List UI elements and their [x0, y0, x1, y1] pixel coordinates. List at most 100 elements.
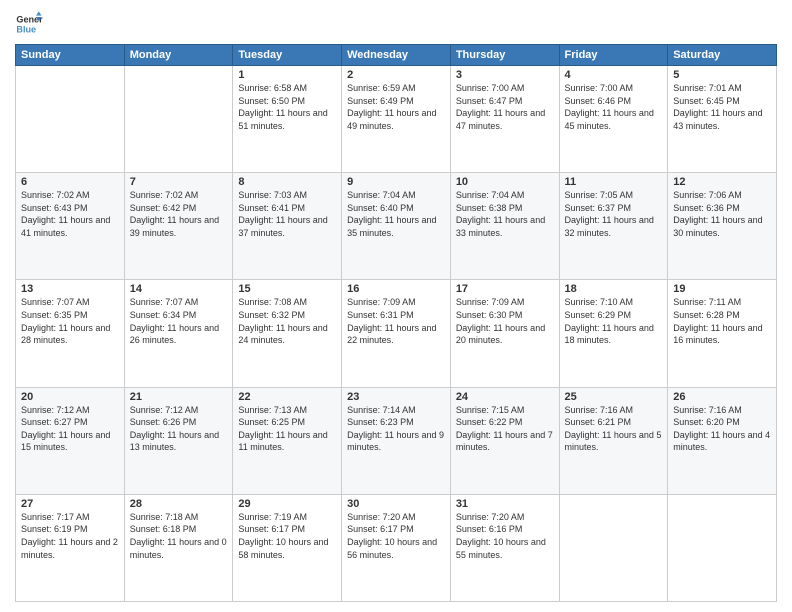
- weekday-header-tuesday: Tuesday: [233, 45, 342, 66]
- calendar-week-row: 1Sunrise: 6:58 AM Sunset: 6:50 PM Daylig…: [16, 66, 777, 173]
- calendar-cell: 16Sunrise: 7:09 AM Sunset: 6:31 PM Dayli…: [342, 280, 451, 387]
- day-number: 2: [347, 69, 445, 81]
- calendar-cell: 23Sunrise: 7:14 AM Sunset: 6:23 PM Dayli…: [342, 387, 451, 494]
- calendar-cell: 2Sunrise: 6:59 AM Sunset: 6:49 PM Daylig…: [342, 66, 451, 173]
- day-number: 3: [456, 69, 554, 81]
- day-number: 24: [456, 391, 554, 403]
- day-number: 4: [565, 69, 663, 81]
- calendar-week-row: 6Sunrise: 7:02 AM Sunset: 6:43 PM Daylig…: [16, 173, 777, 280]
- calendar-week-row: 27Sunrise: 7:17 AM Sunset: 6:19 PM Dayli…: [16, 494, 777, 601]
- weekday-header-friday: Friday: [559, 45, 668, 66]
- calendar-cell: 5Sunrise: 7:01 AM Sunset: 6:45 PM Daylig…: [668, 66, 777, 173]
- day-info: Sunrise: 7:09 AM Sunset: 6:31 PM Dayligh…: [347, 296, 445, 346]
- calendar-cell: 19Sunrise: 7:11 AM Sunset: 6:28 PM Dayli…: [668, 280, 777, 387]
- calendar-cell: 15Sunrise: 7:08 AM Sunset: 6:32 PM Dayli…: [233, 280, 342, 387]
- calendar-cell: 18Sunrise: 7:10 AM Sunset: 6:29 PM Dayli…: [559, 280, 668, 387]
- day-number: 25: [565, 391, 663, 403]
- calendar-cell: [16, 66, 125, 173]
- calendar-cell: 22Sunrise: 7:13 AM Sunset: 6:25 PM Dayli…: [233, 387, 342, 494]
- day-number: 20: [21, 391, 119, 403]
- day-info: Sunrise: 7:11 AM Sunset: 6:28 PM Dayligh…: [673, 296, 771, 346]
- calendar-cell: 14Sunrise: 7:07 AM Sunset: 6:34 PM Dayli…: [124, 280, 233, 387]
- logo: General Blue: [15, 10, 43, 38]
- calendar-cell: 27Sunrise: 7:17 AM Sunset: 6:19 PM Dayli…: [16, 494, 125, 601]
- weekday-header-monday: Monday: [124, 45, 233, 66]
- calendar-cell: 6Sunrise: 7:02 AM Sunset: 6:43 PM Daylig…: [16, 173, 125, 280]
- day-info: Sunrise: 7:04 AM Sunset: 6:40 PM Dayligh…: [347, 189, 445, 239]
- day-info: Sunrise: 7:07 AM Sunset: 6:34 PM Dayligh…: [130, 296, 228, 346]
- calendar-cell: 25Sunrise: 7:16 AM Sunset: 6:21 PM Dayli…: [559, 387, 668, 494]
- calendar-cell: 1Sunrise: 6:58 AM Sunset: 6:50 PM Daylig…: [233, 66, 342, 173]
- day-number: 12: [673, 176, 771, 188]
- day-number: 19: [673, 283, 771, 295]
- day-info: Sunrise: 7:02 AM Sunset: 6:42 PM Dayligh…: [130, 189, 228, 239]
- calendar-cell: [559, 494, 668, 601]
- day-number: 16: [347, 283, 445, 295]
- weekday-header-thursday: Thursday: [450, 45, 559, 66]
- calendar-cell: 29Sunrise: 7:19 AM Sunset: 6:17 PM Dayli…: [233, 494, 342, 601]
- day-number: 7: [130, 176, 228, 188]
- day-info: Sunrise: 7:08 AM Sunset: 6:32 PM Dayligh…: [238, 296, 336, 346]
- calendar-cell: 10Sunrise: 7:04 AM Sunset: 6:38 PM Dayli…: [450, 173, 559, 280]
- day-info: Sunrise: 7:03 AM Sunset: 6:41 PM Dayligh…: [238, 189, 336, 239]
- day-info: Sunrise: 7:01 AM Sunset: 6:45 PM Dayligh…: [673, 82, 771, 132]
- day-number: 31: [456, 498, 554, 510]
- calendar-cell: 11Sunrise: 7:05 AM Sunset: 6:37 PM Dayli…: [559, 173, 668, 280]
- header: General Blue: [15, 10, 777, 38]
- day-info: Sunrise: 6:58 AM Sunset: 6:50 PM Dayligh…: [238, 82, 336, 132]
- calendar-week-row: 13Sunrise: 7:07 AM Sunset: 6:35 PM Dayli…: [16, 280, 777, 387]
- calendar-cell: 24Sunrise: 7:15 AM Sunset: 6:22 PM Dayli…: [450, 387, 559, 494]
- logo-icon: General Blue: [15, 10, 43, 38]
- calendar-cell: 30Sunrise: 7:20 AM Sunset: 6:17 PM Dayli…: [342, 494, 451, 601]
- day-number: 17: [456, 283, 554, 295]
- day-number: 14: [130, 283, 228, 295]
- day-info: Sunrise: 7:00 AM Sunset: 6:46 PM Dayligh…: [565, 82, 663, 132]
- day-info: Sunrise: 7:05 AM Sunset: 6:37 PM Dayligh…: [565, 189, 663, 239]
- day-number: 30: [347, 498, 445, 510]
- calendar-cell: 3Sunrise: 7:00 AM Sunset: 6:47 PM Daylig…: [450, 66, 559, 173]
- calendar-week-row: 20Sunrise: 7:12 AM Sunset: 6:27 PM Dayli…: [16, 387, 777, 494]
- day-info: Sunrise: 7:16 AM Sunset: 6:21 PM Dayligh…: [565, 404, 663, 454]
- day-info: Sunrise: 7:02 AM Sunset: 6:43 PM Dayligh…: [21, 189, 119, 239]
- calendar-table: SundayMondayTuesdayWednesdayThursdayFrid…: [15, 44, 777, 602]
- day-info: Sunrise: 7:00 AM Sunset: 6:47 PM Dayligh…: [456, 82, 554, 132]
- day-number: 29: [238, 498, 336, 510]
- calendar-cell: 7Sunrise: 7:02 AM Sunset: 6:42 PM Daylig…: [124, 173, 233, 280]
- day-info: Sunrise: 7:19 AM Sunset: 6:17 PM Dayligh…: [238, 511, 336, 561]
- day-number: 1: [238, 69, 336, 81]
- day-number: 8: [238, 176, 336, 188]
- day-number: 28: [130, 498, 228, 510]
- calendar-cell: 4Sunrise: 7:00 AM Sunset: 6:46 PM Daylig…: [559, 66, 668, 173]
- day-info: Sunrise: 7:18 AM Sunset: 6:18 PM Dayligh…: [130, 511, 228, 561]
- calendar-cell: 21Sunrise: 7:12 AM Sunset: 6:26 PM Dayli…: [124, 387, 233, 494]
- day-number: 9: [347, 176, 445, 188]
- weekday-header-wednesday: Wednesday: [342, 45, 451, 66]
- calendar-cell: 20Sunrise: 7:12 AM Sunset: 6:27 PM Dayli…: [16, 387, 125, 494]
- day-info: Sunrise: 7:04 AM Sunset: 6:38 PM Dayligh…: [456, 189, 554, 239]
- calendar-page: General Blue SundayMondayTuesdayWednesda…: [0, 0, 792, 612]
- day-number: 11: [565, 176, 663, 188]
- day-info: Sunrise: 7:09 AM Sunset: 6:30 PM Dayligh…: [456, 296, 554, 346]
- day-info: Sunrise: 7:20 AM Sunset: 6:16 PM Dayligh…: [456, 511, 554, 561]
- calendar-cell: 13Sunrise: 7:07 AM Sunset: 6:35 PM Dayli…: [16, 280, 125, 387]
- weekday-header-row: SundayMondayTuesdayWednesdayThursdayFrid…: [16, 45, 777, 66]
- day-info: Sunrise: 7:12 AM Sunset: 6:26 PM Dayligh…: [130, 404, 228, 454]
- day-info: Sunrise: 7:15 AM Sunset: 6:22 PM Dayligh…: [456, 404, 554, 454]
- day-info: Sunrise: 7:20 AM Sunset: 6:17 PM Dayligh…: [347, 511, 445, 561]
- calendar-cell: [668, 494, 777, 601]
- day-info: Sunrise: 7:14 AM Sunset: 6:23 PM Dayligh…: [347, 404, 445, 454]
- day-info: Sunrise: 7:10 AM Sunset: 6:29 PM Dayligh…: [565, 296, 663, 346]
- weekday-header-saturday: Saturday: [668, 45, 777, 66]
- calendar-cell: 28Sunrise: 7:18 AM Sunset: 6:18 PM Dayli…: [124, 494, 233, 601]
- day-info: Sunrise: 7:12 AM Sunset: 6:27 PM Dayligh…: [21, 404, 119, 454]
- day-info: Sunrise: 7:17 AM Sunset: 6:19 PM Dayligh…: [21, 511, 119, 561]
- day-number: 5: [673, 69, 771, 81]
- day-number: 6: [21, 176, 119, 188]
- calendar-cell: 9Sunrise: 7:04 AM Sunset: 6:40 PM Daylig…: [342, 173, 451, 280]
- day-number: 18: [565, 283, 663, 295]
- calendar-cell: 26Sunrise: 7:16 AM Sunset: 6:20 PM Dayli…: [668, 387, 777, 494]
- calendar-cell: 12Sunrise: 7:06 AM Sunset: 6:36 PM Dayli…: [668, 173, 777, 280]
- day-info: Sunrise: 7:06 AM Sunset: 6:36 PM Dayligh…: [673, 189, 771, 239]
- day-number: 10: [456, 176, 554, 188]
- day-number: 13: [21, 283, 119, 295]
